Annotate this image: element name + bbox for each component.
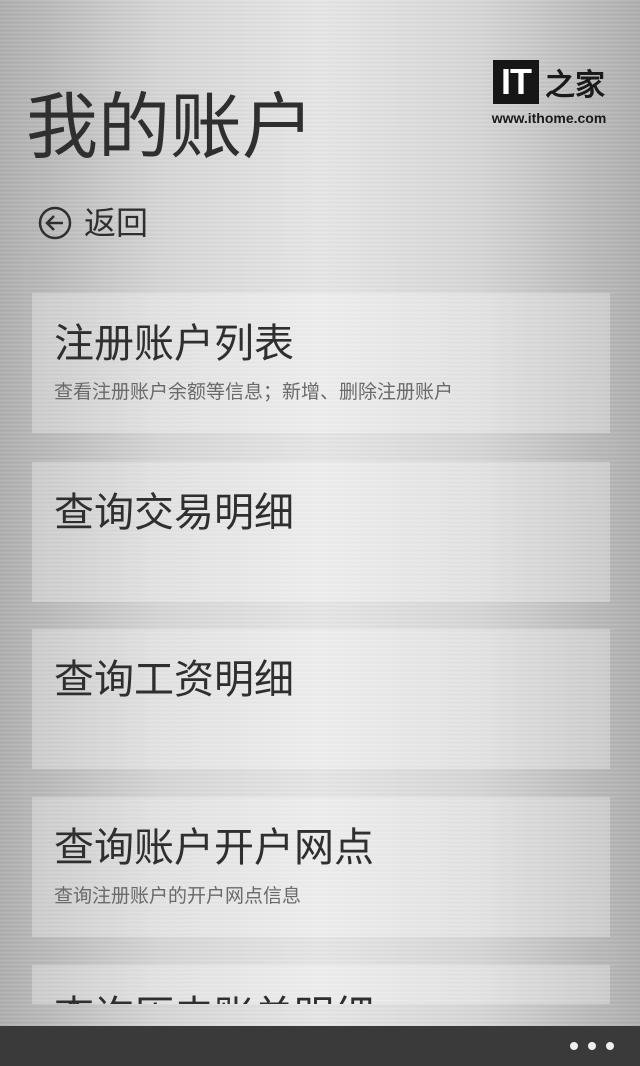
menu-item-transaction-details[interactable]: 查询交易明细 (32, 462, 610, 602)
more-dots-icon[interactable] (570, 1026, 614, 1066)
menu-item-salary-details[interactable]: 查询工资明细 (32, 629, 610, 769)
menu-item-title: 查询工资明细 (54, 657, 294, 703)
dot (588, 1042, 596, 1050)
menu-item-subtitle: 查询注册账户的开户网点信息 (54, 885, 302, 907)
menu-item-registered-accounts[interactable]: 注册账户列表 查看注册账户余额等信息；新增、删除注册账户 (32, 293, 610, 433)
menu-item-title: 查询账户开户网点 (54, 825, 374, 871)
menu-item-title: 查询交易明细 (54, 490, 294, 536)
menu-item-title: 注册账户列表 (54, 321, 294, 367)
app-bar (0, 1026, 640, 1066)
menu-item-subtitle: 查看注册账户余额等信息；新增、删除注册账户 (54, 381, 454, 403)
dot (570, 1042, 578, 1050)
menu-list: 注册账户列表 查看注册账户余额等信息；新增、删除注册账户 查询交易明细 查询工资… (0, 0, 640, 1004)
menu-item-history-bills[interactable]: 查询历史账单明细 (32, 965, 610, 1004)
menu-item-title: 查询历史账单明细 (54, 991, 588, 1004)
dot (606, 1042, 614, 1050)
menu-item-account-branch[interactable]: 查询账户开户网点 查询注册账户的开户网点信息 (32, 797, 610, 937)
